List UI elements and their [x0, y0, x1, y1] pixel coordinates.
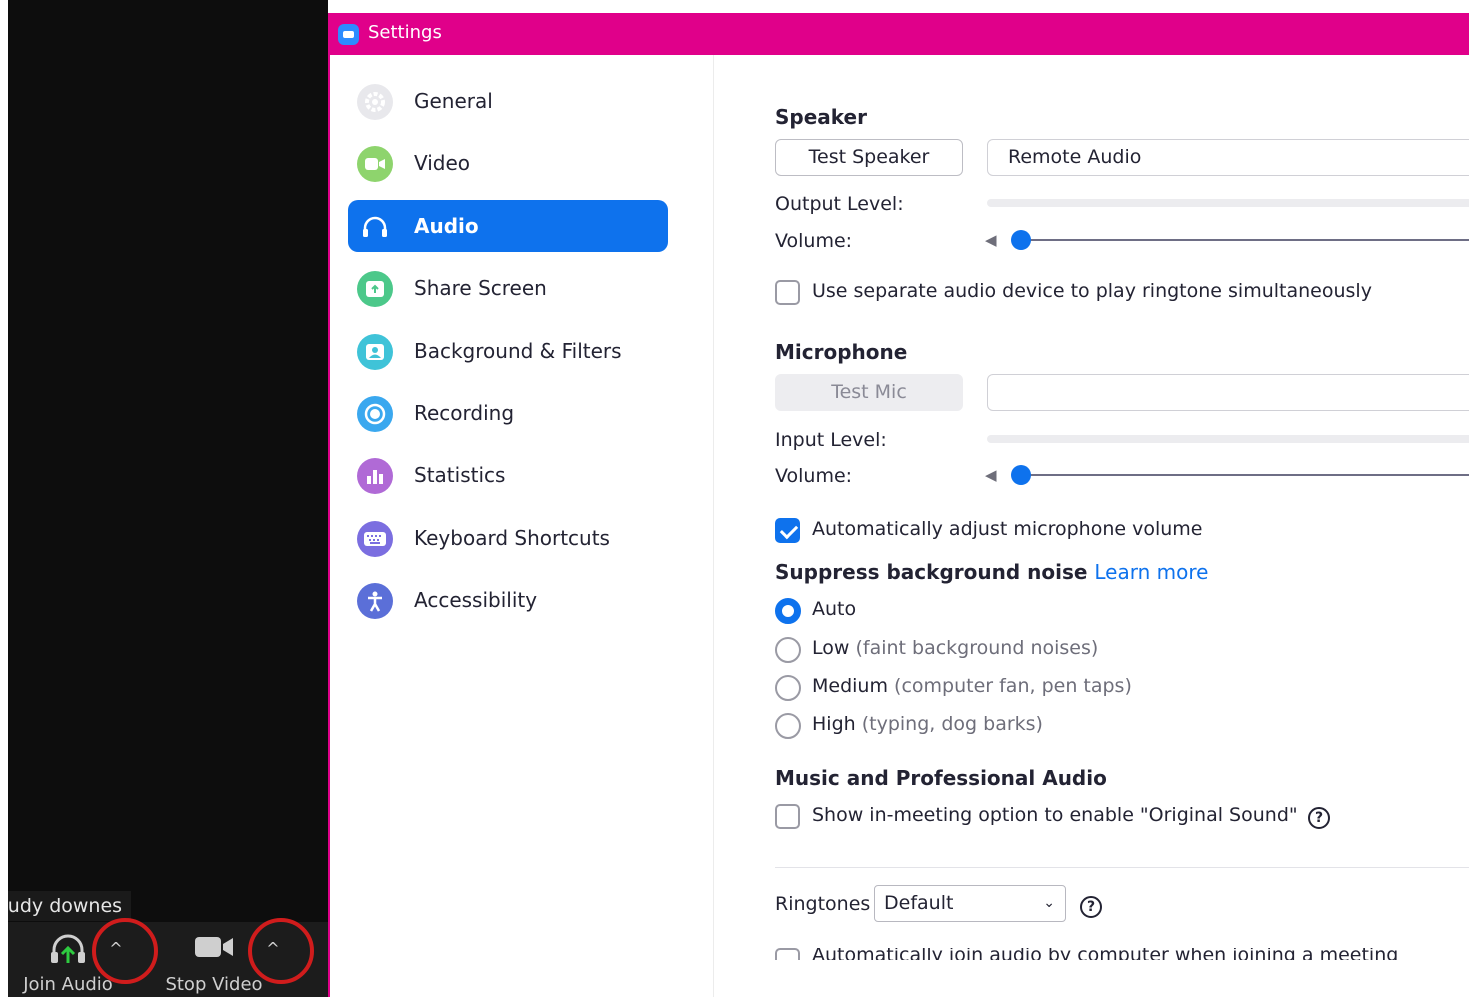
record-icon [357, 396, 393, 432]
sidebar-item-audio[interactable]: Audio [348, 200, 668, 252]
sidebar-item-background-filters[interactable]: Background & Filters [348, 325, 668, 377]
sidebar-item-label: Keyboard Shortcuts [414, 526, 610, 550]
suppress-noise-title: Suppress background noise [775, 560, 1088, 584]
noise-option-label: Low [812, 637, 850, 659]
sidebar-item-label: General [414, 89, 493, 113]
video-camera-icon [193, 932, 235, 966]
original-sound-label: Show in-meeting option to enable "Origin… [812, 804, 1298, 826]
speaker-heading: Speaker [775, 105, 867, 129]
noise-high-radio[interactable] [775, 713, 801, 739]
output-level-meter [987, 199, 1469, 207]
noise-option-hint: (typing, dog barks) [861, 713, 1043, 735]
section-divider [775, 867, 1469, 868]
chart-icon [357, 458, 393, 494]
highlight-circle [92, 918, 158, 984]
meeting-video-area: rudy downes Join Audio ^ Stop Video ^ [8, 0, 328, 997]
settings-window: Settings General Video Audio Share Scree… [328, 13, 1469, 997]
mic-volume-knob[interactable] [1011, 465, 1031, 485]
noise-low-label: Low (faint background noises) [812, 637, 1098, 659]
highlight-circle [248, 918, 314, 984]
noise-auto-radio[interactable] [775, 598, 801, 624]
sidebar-item-recording[interactable]: Recording [348, 387, 668, 439]
participant-name-label: rudy downes [8, 891, 131, 921]
speaker-device-select[interactable]: Remote Audio [987, 139, 1469, 176]
sidebar-item-label: Video [414, 151, 471, 175]
music-audio-heading: Music and Professional Audio [775, 766, 1107, 790]
headphones-icon [48, 932, 88, 970]
test-speaker-button[interactable]: Test Speaker [775, 139, 963, 176]
headphones-icon [357, 209, 393, 245]
sidebar-item-label: Audio [414, 214, 479, 238]
sidebar-item-label: Background & Filters [414, 339, 622, 363]
ringtones-dropdown[interactable]: Default ⌄ [874, 885, 1066, 922]
test-mic-button[interactable]: Test Mic [775, 374, 963, 411]
auto-adjust-mic-label: Automatically adjust microphone volume [812, 518, 1203, 540]
noise-high-label: High (typing, dog barks) [812, 713, 1043, 735]
noise-auto-label: Auto [812, 598, 856, 620]
noise-option-hint: (computer fan, pen taps) [894, 675, 1132, 697]
suppress-noise-heading: Suppress background noise Learn more [775, 560, 1208, 584]
mic-volume-slider[interactable] [1019, 474, 1469, 476]
keyboard-icon [357, 521, 393, 557]
sidebar-item-label: Statistics [414, 463, 506, 487]
speaker-volume-slider[interactable] [1019, 239, 1469, 241]
output-level-label: Output Level: [775, 193, 904, 215]
sidebar-item-label: Accessibility [414, 588, 538, 612]
noise-low-radio[interactable] [775, 637, 801, 663]
audio-settings-panel: Speaker Test Speaker Remote Audio Output… [775, 55, 1469, 997]
noise-medium-radio[interactable] [775, 675, 801, 701]
noise-option-label: Medium [812, 675, 888, 697]
original-sound-checkbox[interactable] [775, 804, 800, 829]
speaker-mute-icon: ◀ [985, 231, 997, 249]
input-level-label: Input Level: [775, 429, 887, 451]
zoom-app-icon [338, 24, 359, 45]
noise-option-label: Auto [812, 598, 857, 620]
microphone-heading: Microphone [775, 340, 908, 364]
settings-sidebar: General Video Audio Share Screen Backgro… [330, 55, 714, 997]
auto-join-label: Automatically join audio by computer whe… [812, 948, 1399, 960]
accessibility-icon [357, 583, 393, 619]
title-bar: Settings [330, 13, 1469, 55]
mic-mute-icon: ◀ [985, 466, 997, 484]
sidebar-item-accessibility[interactable]: Accessibility [348, 574, 668, 626]
sidebar-item-share-screen[interactable]: Share Screen [348, 262, 668, 314]
microphone-device-select[interactable] [987, 374, 1469, 411]
help-icon[interactable]: ? [1308, 807, 1330, 829]
speaker-volume-label: Volume: [775, 230, 853, 252]
input-level-meter [987, 435, 1469, 443]
gear-icon [357, 84, 393, 120]
window-title: Settings [368, 22, 442, 43]
ringtones-value: Default [884, 892, 954, 914]
sidebar-item-keyboard-shortcuts[interactable]: Keyboard Shortcuts [348, 512, 668, 564]
auto-join-checkbox[interactable] [775, 948, 800, 960]
video-camera-icon [357, 146, 393, 182]
background-icon [357, 334, 393, 370]
chevron-down-icon: ⌄ [1043, 895, 1055, 911]
auto-join-row-clipped: Automatically join audio by computer whe… [775, 948, 1469, 960]
noise-medium-label: Medium (computer fan, pen taps) [812, 675, 1132, 697]
sidebar-item-label: Share Screen [414, 276, 547, 300]
mic-volume-label: Volume: [775, 465, 853, 487]
meeting-toolbar: Join Audio ^ Stop Video ^ [8, 918, 328, 997]
sidebar-item-general[interactable]: General [348, 75, 668, 127]
stop-video-label: Stop Video [165, 974, 263, 995]
sidebar-item-statistics[interactable]: Statistics [348, 449, 668, 501]
auto-adjust-mic-checkbox[interactable] [775, 518, 800, 543]
sidebar-item-label: Recording [414, 401, 515, 425]
learn-more-link[interactable]: Learn more [1094, 560, 1208, 584]
separate-ringtone-label: Use separate audio device to play ringto… [812, 280, 1372, 302]
noise-option-hint: (faint background noises) [855, 637, 1099, 659]
ringtones-label: Ringtones [775, 893, 871, 915]
noise-option-label: High [812, 713, 856, 735]
share-screen-icon [357, 271, 393, 307]
sidebar-item-video[interactable]: Video [348, 137, 668, 189]
separate-ringtone-checkbox[interactable] [775, 280, 800, 305]
help-icon[interactable]: ? [1080, 896, 1102, 918]
speaker-volume-knob[interactable] [1011, 230, 1031, 250]
